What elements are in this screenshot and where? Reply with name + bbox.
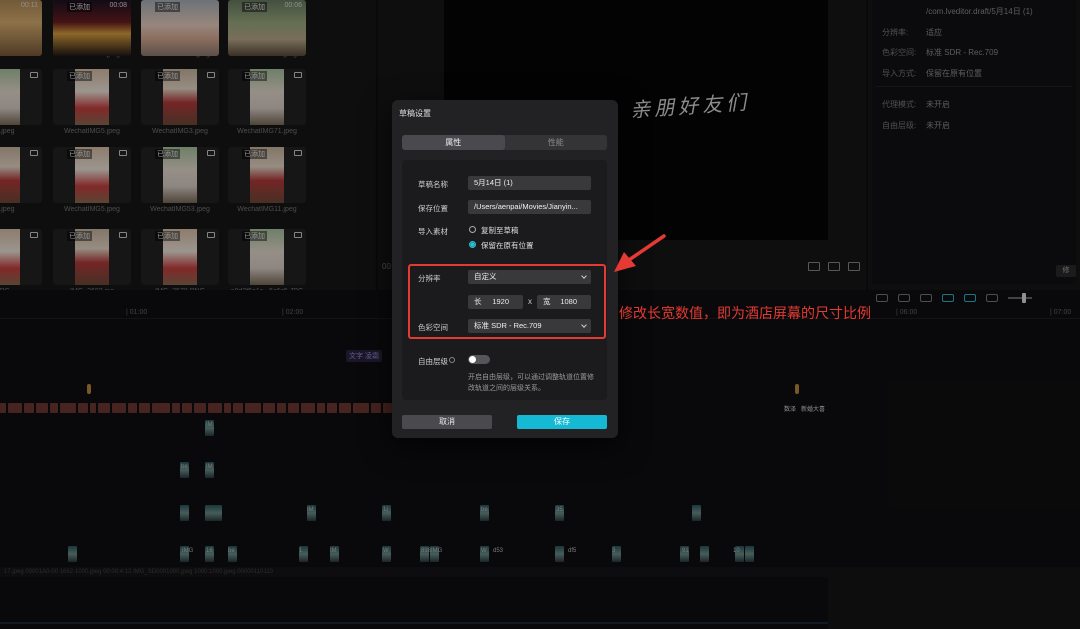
free-layer-description: 开启自由层级，可以通过调整轨道位置修改轨道之间的层级关系。 [468, 374, 594, 392]
save-location-field[interactable]: /Users/aenpai/Movies/Jianyin... [468, 200, 591, 214]
info-icon[interactable] [449, 357, 455, 363]
tab-performance[interactable]: 性能 [505, 135, 608, 150]
import-label: 导入素材 [418, 227, 448, 236]
save-button[interactable]: 保存 [517, 415, 607, 429]
radio-copy-to-draft[interactable] [469, 226, 476, 233]
draft-name-input[interactable]: 5月14日 (1) [468, 176, 591, 190]
free-layer-toggle[interactable] [468, 355, 490, 364]
save-location-label: 保存位置 [418, 204, 448, 213]
free-layer-label: 自由层级 [418, 357, 448, 366]
dialog-title: 草稿设置 [399, 109, 431, 118]
radio-keep-label: 保留在原有位置 [481, 241, 534, 250]
highlight-box [408, 264, 606, 339]
radio-keep-original[interactable] [469, 241, 476, 248]
radio-copy-label: 复制至草稿 [481, 226, 519, 235]
draft-name-label: 草稿名称 [418, 180, 448, 189]
annotation-arrow-icon [614, 234, 666, 272]
tab-properties[interactable]: 属性 [402, 135, 505, 150]
cancel-button[interactable]: 取消 [402, 415, 492, 429]
dialog-tabs: 属性 性能 [402, 135, 607, 150]
annotation-text: 修改长宽数值，即为酒店屏幕的尺寸比例 [619, 305, 871, 321]
toggle-knob [469, 356, 476, 363]
